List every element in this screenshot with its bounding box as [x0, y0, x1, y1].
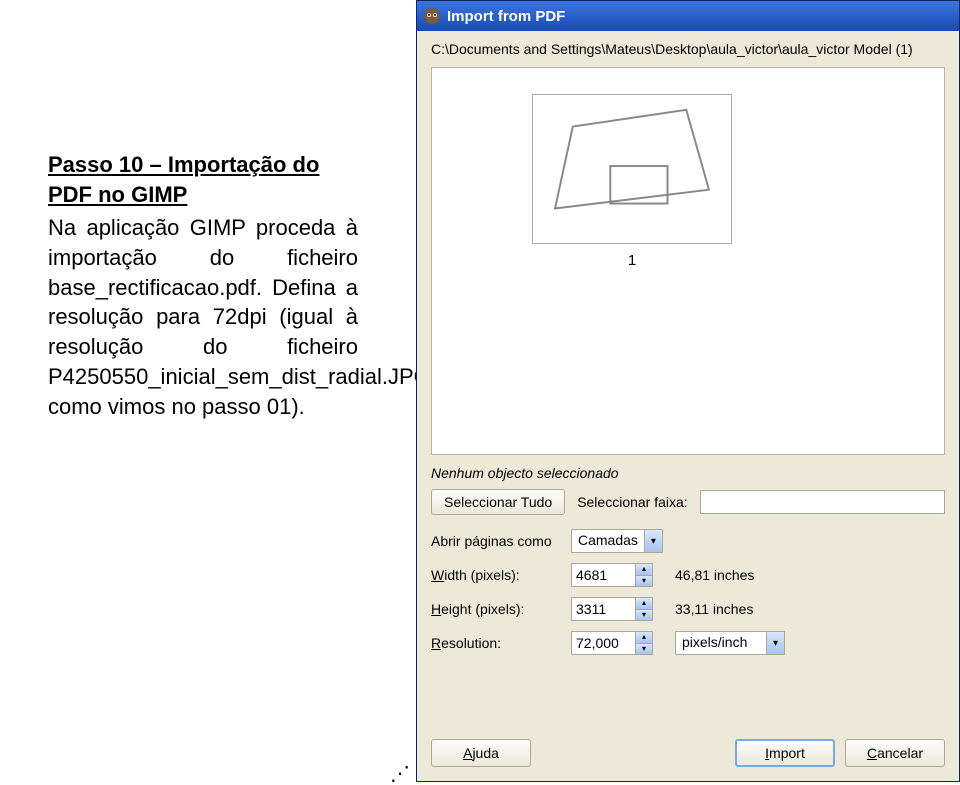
width-row: Width (pixels): ▴ ▾ 46,81 inches: [431, 563, 945, 587]
help-button[interactable]: Ajuda: [431, 739, 531, 767]
resolution-spin[interactable]: ▴ ▾: [571, 631, 653, 655]
open-pages-label: Abrir páginas como: [431, 533, 561, 549]
dialog-buttons: Ajuda Import Cancelar: [431, 719, 945, 767]
width-input[interactable]: [571, 563, 635, 587]
resolution-label: Resolution:: [431, 635, 561, 651]
spin-down-icon[interactable]: ▾: [636, 576, 652, 587]
chevron-down-icon[interactable]: ▾: [644, 530, 662, 552]
resolution-row: Resolution: ▴ ▾ pixels/inch ▾: [431, 631, 945, 655]
titlebar[interactable]: Import from PDF: [417, 1, 959, 31]
height-input[interactable]: [571, 597, 635, 621]
spin-down-icon[interactable]: ▾: [636, 644, 652, 655]
selection-status: Nenhum objecto seleccionado: [431, 465, 945, 481]
dialog-title: Import from PDF: [447, 8, 565, 25]
page-preview-area[interactable]: 1: [431, 67, 945, 455]
select-range-label: Seleccionar faixa:: [577, 494, 688, 510]
selection-row: Seleccionar Tudo Seleccionar faixa:: [431, 489, 945, 515]
open-pages-row: Abrir páginas como Camadas ▾: [431, 529, 945, 553]
spin-up-icon[interactable]: ▴: [636, 632, 652, 644]
height-inches: 33,11 inches: [675, 601, 753, 617]
width-inches: 46,81 inches: [675, 567, 754, 583]
step-body: Na aplicação GIMP proceda à importação d…: [48, 213, 358, 421]
width-label: Width (pixels):: [431, 567, 561, 583]
gimp-icon: [423, 7, 441, 25]
cancel-button[interactable]: Cancelar: [845, 739, 945, 767]
resolution-unit-combo[interactable]: pixels/inch ▾: [675, 631, 785, 655]
height-label: Height (pixels):: [431, 601, 561, 617]
select-range-input[interactable]: [700, 490, 945, 514]
file-path: C:\Documents and Settings\Mateus\Desktop…: [431, 41, 945, 57]
chevron-down-icon[interactable]: ▾: [766, 632, 784, 654]
width-spin[interactable]: ▴ ▾: [571, 563, 653, 587]
spin-down-icon[interactable]: ▾: [636, 610, 652, 621]
instructions-panel: Passo 10 – Importação do PDF no GIMP Na …: [48, 150, 358, 421]
step-title: Passo 10 – Importação do PDF no GIMP: [48, 152, 319, 207]
resolution-unit-value: pixels/inch: [676, 632, 766, 654]
import-button[interactable]: Import: [735, 739, 835, 767]
select-all-button[interactable]: Seleccionar Tudo: [431, 489, 565, 515]
height-spin[interactable]: ▴ ▾: [571, 597, 653, 621]
spin-up-icon[interactable]: ▴: [636, 564, 652, 576]
page-thumbnail[interactable]: [532, 94, 732, 244]
page-number-label: 1: [532, 252, 732, 269]
height-row: Height (pixels): ▴ ▾ 33,11 inches: [431, 597, 945, 621]
open-pages-value: Camadas: [572, 530, 644, 552]
spin-up-icon[interactable]: ▴: [636, 598, 652, 610]
import-pdf-dialog: Import from PDF C:\Documents and Setting…: [416, 0, 960, 782]
dialog-body: C:\Documents and Settings\Mateus\Desktop…: [417, 31, 959, 781]
open-pages-combo[interactable]: Camadas ▾: [571, 529, 663, 553]
resolution-input[interactable]: [571, 631, 635, 655]
